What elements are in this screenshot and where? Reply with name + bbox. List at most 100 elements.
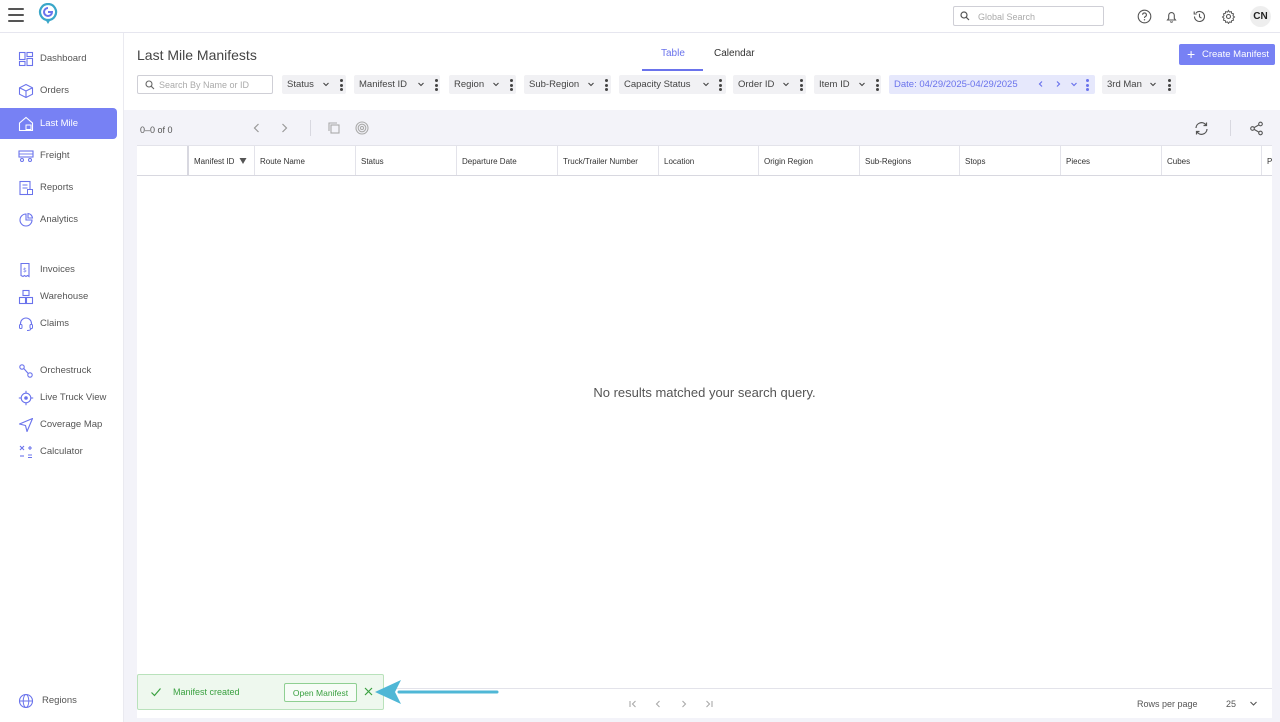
column-location[interactable]: Location [658, 146, 758, 175]
filter-capacity-status[interactable]: Capacity Status [619, 75, 726, 94]
copy-icon[interactable] [327, 121, 341, 135]
warehouse-icon [18, 289, 34, 304]
first-page-icon[interactable] [627, 698, 639, 710]
previous-page-icon[interactable] [652, 698, 664, 710]
chevron-left-icon[interactable] [1037, 80, 1045, 88]
plus-icon: + [1187, 46, 1196, 62]
filter-manifest-id[interactable]: Manifest ID [354, 75, 440, 94]
column-pieces[interactable]: Pieces [1060, 146, 1161, 175]
sidebar-item-orders[interactable]: Orders [0, 75, 124, 106]
refresh-icon[interactable] [1193, 120, 1210, 137]
filter-label: Sub-Region [529, 79, 580, 90]
more-vert-icon[interactable] [1086, 79, 1089, 93]
page-title: Last Mile Manifests [137, 47, 257, 63]
hamburger-menu-icon[interactable] [8, 8, 24, 22]
bell-icon[interactable] [1164, 9, 1179, 24]
sidebar-item-label: Orchestruck [40, 365, 92, 376]
broadcast-icon[interactable] [355, 121, 369, 135]
more-vert-icon[interactable] [340, 79, 343, 93]
toolbar-divider [1230, 120, 1231, 136]
sidebar-item-dashboard[interactable]: Dashboard [0, 43, 124, 74]
analytics-icon [19, 212, 34, 227]
tab-table[interactable]: Table [661, 48, 685, 59]
manifest-search[interactable] [137, 75, 273, 94]
sidebar-item-last-mile[interactable]: Last Mile [0, 108, 117, 139]
column-manifest-id[interactable]: Manifest ID [187, 146, 254, 175]
column-route-name[interactable]: Route Name [254, 146, 355, 175]
chevron-down-icon [493, 82, 499, 87]
avatar[interactable]: CN [1250, 6, 1271, 27]
create-manifest-button[interactable]: + Create Manifest [1179, 44, 1275, 65]
last-page-icon[interactable] [703, 698, 715, 710]
manifest-search-input[interactable] [159, 79, 269, 91]
sidebar-item-label: Orders [40, 85, 70, 96]
filter-order-id[interactable]: Order ID [733, 75, 806, 94]
app-logo[interactable] [38, 3, 58, 25]
more-vert-icon[interactable] [1168, 79, 1171, 93]
column-truck-trailer-number[interactable]: Truck/Trailer Number [557, 146, 658, 175]
column-select[interactable] [137, 146, 187, 175]
column-label: Manifest ID [194, 156, 235, 166]
column-sub-regions[interactable]: Sub-Regions [859, 146, 959, 175]
chevron-down-icon[interactable] [1249, 699, 1258, 708]
more-vert-icon[interactable] [510, 79, 513, 93]
truck-icon [18, 149, 34, 162]
toast-message: Manifest created [173, 687, 240, 697]
column-cubes[interactable]: Cubes [1161, 146, 1261, 175]
help-icon[interactable] [1137, 9, 1152, 24]
more-vert-icon[interactable] [876, 79, 879, 93]
sidebar-item-analytics[interactable]: Analytics [0, 204, 124, 235]
chevron-down-icon [1150, 82, 1156, 87]
column-origin-region[interactable]: Origin Region [758, 146, 859, 175]
more-vert-icon[interactable] [719, 79, 722, 93]
global-search-input[interactable] [978, 10, 1098, 23]
sidebar-item-label: Regions [42, 695, 77, 706]
more-vert-icon[interactable] [800, 79, 803, 93]
sidebar-item-freight[interactable]: Freight [0, 140, 124, 171]
more-vert-icon[interactable] [605, 79, 608, 93]
column-departure-date[interactable]: Departure Date [456, 146, 557, 175]
sidebar-item-reports[interactable]: Reports [0, 172, 124, 203]
share-icon[interactable] [1249, 121, 1264, 136]
sidebar: Dashboard Orders Last Mile Freight Repor… [0, 33, 124, 722]
manifest-grid: Manifest ID Route Name Status Departure … [137, 145, 1272, 688]
filter-3rd-man[interactable]: 3rd Man [1102, 75, 1176, 94]
grid-area: 0–0 of 0 Manifest ID Route Name Status D… [124, 110, 1280, 722]
calculator-icon [19, 445, 32, 458]
sidebar-item-label: Coverage Map [40, 419, 103, 430]
sidebar-item-claims[interactable]: Claims [0, 308, 124, 339]
sidebar-item-regions[interactable]: Regions [0, 685, 124, 716]
column-status[interactable]: Status [355, 146, 456, 175]
svg-text:$: $ [23, 267, 27, 274]
chevron-left-icon[interactable] [250, 121, 264, 135]
history-icon[interactable] [1192, 9, 1207, 24]
rows-per-page-select[interactable]: 25 [1226, 699, 1236, 709]
column-label: Departure Date [462, 156, 517, 166]
chevron-down-icon [703, 82, 709, 87]
open-manifest-button[interactable]: Open Manifest [284, 683, 357, 702]
filter-date[interactable]: Date: 04/29/2025-04/29/2025 [889, 75, 1095, 94]
chevron-right-icon[interactable] [277, 121, 291, 135]
column-next[interactable]: P [1261, 146, 1272, 175]
chevron-right-icon[interactable] [1054, 80, 1062, 88]
more-vert-icon[interactable] [435, 79, 438, 93]
chevron-down-icon [588, 82, 594, 87]
report-icon [19, 180, 33, 195]
column-label: Cubes [1167, 156, 1191, 166]
gear-icon[interactable] [1221, 9, 1236, 24]
result-range: 0–0 of 0 [140, 125, 173, 135]
column-label: Status [361, 156, 384, 166]
sidebar-item-calculator[interactable]: Calculator [0, 436, 124, 467]
next-page-icon[interactable] [678, 698, 690, 710]
column-stops[interactable]: Stops [959, 146, 1060, 175]
rows-per-page-label: Rows per page [1137, 699, 1198, 709]
filter-region[interactable]: Region [449, 75, 516, 94]
tab-calendar[interactable]: Calendar [714, 48, 755, 59]
sort-desc-icon[interactable] [239, 157, 247, 165]
filter-status[interactable]: Status [282, 75, 346, 94]
filter-sub-region[interactable]: Sub-Region [524, 75, 611, 94]
filter-item-id[interactable]: Item ID [814, 75, 881, 94]
global-search[interactable] [953, 6, 1104, 26]
headset-icon [19, 317, 33, 331]
column-label: Route Name [260, 156, 305, 166]
